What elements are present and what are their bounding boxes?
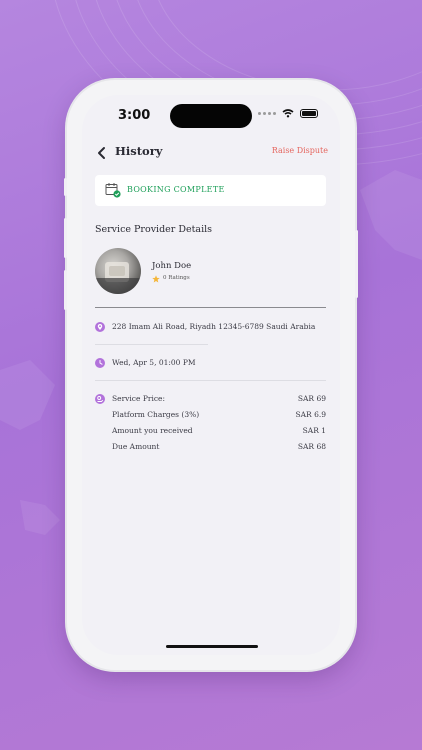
side-button xyxy=(64,178,67,196)
wifi-icon xyxy=(282,109,294,118)
signal-icon xyxy=(258,111,276,117)
top-bar: History Raise Dispute xyxy=(96,143,328,163)
charge-label: Amount you received xyxy=(112,426,193,435)
provider-section-title: Service Provider Details xyxy=(95,224,213,235)
app-screen: 3:00 History Raise Dispute BOOKING COMPL… xyxy=(82,95,340,655)
ratings-count: 0 Ratings xyxy=(163,275,190,281)
booking-status-card: BOOKING COMPLETE xyxy=(95,175,326,206)
calendar-check-icon xyxy=(105,183,121,198)
power-button xyxy=(355,230,358,298)
star-icon xyxy=(152,275,160,283)
charge-amount: SAR 68 xyxy=(297,442,326,451)
volume-down-button xyxy=(64,270,67,310)
status-time: 3:00 xyxy=(118,108,151,123)
datetime-text: Wed, Apr 5, 01:00 PM xyxy=(112,358,196,367)
address-text: 228 Imam Ali Road, Riyadh 12345-6789 Sau… xyxy=(112,322,316,331)
avatar xyxy=(95,248,141,294)
booking-status-text: BOOKING COMPLETE xyxy=(127,185,225,194)
charge-label: Due Amount xyxy=(112,442,160,451)
status-icons xyxy=(258,109,318,118)
payment-icon xyxy=(95,394,105,404)
provider-name: John Doe xyxy=(152,261,192,271)
raise-dispute-link[interactable]: Raise Dispute xyxy=(272,146,328,155)
charge-label: Platform Charges (3%) xyxy=(112,410,200,419)
section-divider xyxy=(95,307,326,308)
home-indicator[interactable] xyxy=(166,645,258,648)
charge-amount: SAR 6.9 xyxy=(295,410,326,419)
dynamic-island xyxy=(170,104,252,128)
volume-up-button xyxy=(64,218,67,258)
battery-icon xyxy=(300,109,318,118)
charge-label: Service Price: xyxy=(112,394,166,403)
clock-icon xyxy=(95,358,105,368)
charge-amount: SAR 1 xyxy=(302,426,326,435)
charge-amount: SAR 69 xyxy=(297,394,326,403)
back-chevron-icon[interactable] xyxy=(96,145,108,161)
address-divider xyxy=(95,344,208,345)
location-pin-icon xyxy=(95,322,105,332)
avatar-photo xyxy=(95,262,141,294)
page-title: History xyxy=(115,144,163,158)
datetime-divider xyxy=(95,380,326,381)
